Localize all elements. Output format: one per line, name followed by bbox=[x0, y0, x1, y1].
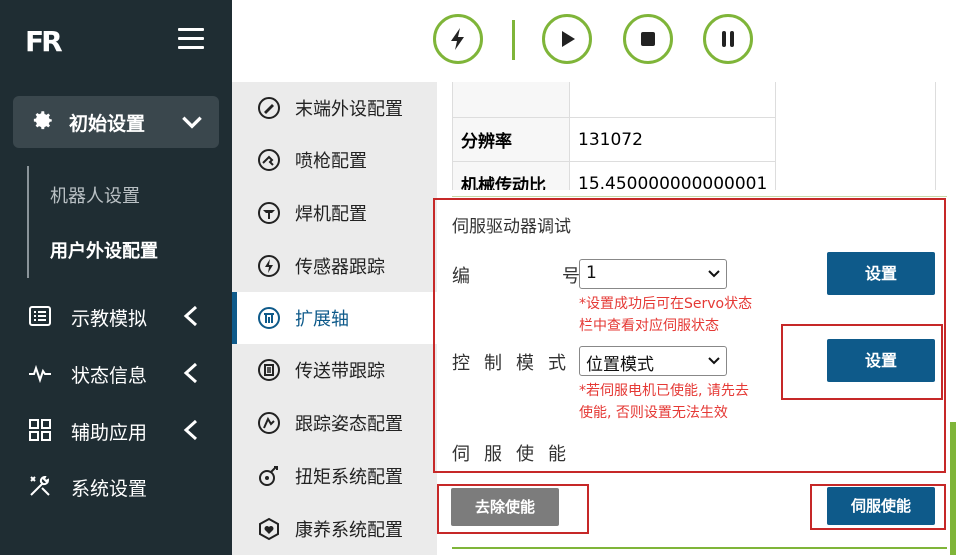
sidebar-item-label: 系统设置 bbox=[71, 478, 148, 500]
peripheral-submenu: 末端外设配置 喷枪配置 焊机配置 传感器跟踪 扩展轴 传送带跟踪 跟踪姿态配置 … bbox=[232, 82, 437, 555]
servo-id-value: 1 bbox=[586, 263, 597, 283]
pulse-icon bbox=[29, 364, 51, 384]
list-icon bbox=[29, 306, 51, 326]
submenu-item-extension-axis[interactable]: 扩展轴 bbox=[232, 292, 437, 344]
submenu-item-spray-gun[interactable]: 喷枪配置 bbox=[232, 134, 437, 186]
submenu-item-torque-system[interactable]: 扭矩系统配置 bbox=[232, 450, 437, 502]
hint-line: *若伺服电机已使能, 请先去 bbox=[579, 383, 749, 399]
submenu-item-sensor-tracking[interactable]: 传感器跟踪 bbox=[232, 240, 437, 292]
pause-icon bbox=[722, 31, 734, 47]
scrollbar[interactable] bbox=[950, 422, 956, 555]
submenu-item-label: 扭矩系统配置 bbox=[295, 467, 403, 488]
submenu-guide-line bbox=[27, 166, 29, 278]
active-indicator bbox=[232, 292, 237, 344]
control-mode-label: 控制模式 bbox=[452, 353, 580, 374]
hint-line: *设置成功后可在Servo状态 bbox=[579, 296, 753, 312]
control-mode-value: 位置模式 bbox=[586, 355, 654, 375]
disable-enable-button[interactable]: 去除使能 bbox=[451, 488, 559, 526]
submenu-item-label: 末端外设配置 bbox=[295, 99, 403, 120]
play-icon bbox=[562, 31, 575, 47]
sidebar-subitem-user-peripheral[interactable]: 用户外设配置 bbox=[50, 237, 158, 263]
main-content: 分辨率 131072 机械传动比 15.450000000000001 伺服驱动… bbox=[433, 82, 959, 555]
servo-id-hint: *设置成功后可在Servo状态 栏中查看对应伺服状态 bbox=[579, 293, 752, 337]
submenu-item-label: 扩展轴 bbox=[295, 309, 349, 330]
submenu-item-label: 传送带跟踪 bbox=[295, 361, 385, 382]
stop-button[interactable] bbox=[623, 14, 673, 64]
lightning-icon bbox=[451, 28, 464, 50]
menu-toggle-icon[interactable] bbox=[178, 28, 204, 50]
table-row bbox=[452, 82, 936, 118]
sidebar-item-label: 辅助应用 bbox=[71, 422, 148, 444]
sidebar: FR 初始设置 机器人设置 用户外设配置 示教模拟 状态信息 辅助应用 系统设置 bbox=[0, 0, 232, 555]
sidebar-item-label: 示教模拟 bbox=[71, 308, 148, 330]
end-effector-icon bbox=[258, 97, 280, 119]
table-row: 分辨率 131072 bbox=[452, 117, 936, 162]
submenu-item-care-system[interactable]: 康养系统配置 bbox=[232, 503, 437, 555]
table-key: 分辨率 bbox=[452, 117, 570, 162]
chevron-down-icon bbox=[708, 357, 720, 365]
app-logo: FR bbox=[25, 25, 63, 58]
servo-section-title: 伺服驱动器调试 bbox=[452, 217, 571, 237]
sidebar-item-system-settings[interactable]: 系统设置 bbox=[0, 466, 232, 506]
sidebar-item-init-settings[interactable]: 初始设置 bbox=[13, 96, 219, 148]
submenu-item-conveyor-tracking[interactable]: 传送带跟踪 bbox=[232, 344, 437, 396]
play-button[interactable] bbox=[542, 14, 592, 64]
sidebar-subitem-robot-settings[interactable]: 机器人设置 bbox=[50, 182, 140, 208]
sidebar-item-auxiliary-apps[interactable]: 辅助应用 bbox=[0, 410, 232, 450]
submenu-item-label: 焊机配置 bbox=[295, 204, 367, 225]
sensor-icon bbox=[258, 255, 280, 277]
chevron-left-icon bbox=[183, 305, 198, 327]
sidebar-item-label: 初始设置 bbox=[69, 113, 146, 135]
set-mode-button[interactable]: 设置 bbox=[827, 339, 935, 382]
servo-enable-button[interactable]: 伺服使能 bbox=[827, 487, 935, 525]
table-border bbox=[935, 82, 936, 190]
divider bbox=[452, 196, 947, 197]
torque-icon bbox=[259, 466, 278, 486]
submenu-item-label: 传感器跟踪 bbox=[295, 257, 385, 278]
set-id-button[interactable]: 设置 bbox=[827, 252, 935, 295]
chevron-down-icon bbox=[182, 116, 202, 129]
table-value: 15.450000000000001 bbox=[568, 161, 777, 190]
sidebar-item-teach-simulation[interactable]: 示教模拟 bbox=[0, 296, 232, 336]
table-key: 机械传动比 bbox=[452, 161, 570, 190]
sidebar-item-label: 状态信息 bbox=[71, 365, 148, 387]
hint-line: 使能, 否则设置无法生效 bbox=[579, 405, 728, 421]
control-mode-hint: *若伺服电机已使能, 请先去 使能, 否则设置无法生效 bbox=[579, 380, 749, 424]
chevron-down-icon bbox=[708, 270, 720, 278]
tools-icon bbox=[30, 476, 50, 496]
submenu-item-welder[interactable]: 焊机配置 bbox=[232, 187, 437, 239]
grid-icon bbox=[29, 419, 51, 441]
divider bbox=[452, 547, 947, 549]
spray-gun-icon bbox=[258, 149, 280, 171]
conveyor-icon bbox=[258, 359, 280, 381]
chevron-left-icon bbox=[183, 419, 198, 441]
submenu-item-label: 康养系统配置 bbox=[295, 520, 403, 541]
table-value: 131072 bbox=[568, 117, 777, 162]
axis-params-table-wrap: 分辨率 131072 机械传动比 15.450000000000001 bbox=[452, 82, 936, 190]
submenu-item-end-effector[interactable]: 末端外设配置 bbox=[232, 82, 437, 134]
pause-button[interactable] bbox=[703, 14, 753, 64]
servo-id-label: 编号 bbox=[452, 266, 580, 287]
servo-id-select[interactable]: 1 bbox=[579, 259, 727, 289]
axis-params-table: 分辨率 131072 机械传动比 15.450000000000001 bbox=[452, 82, 936, 190]
toolbar bbox=[232, 0, 959, 82]
posture-icon bbox=[258, 412, 280, 434]
gear-icon bbox=[33, 111, 52, 130]
chevron-left-icon bbox=[183, 362, 198, 384]
stop-icon bbox=[641, 32, 655, 46]
servo-enable-label: 伺服使能 bbox=[452, 444, 580, 465]
control-mode-select[interactable]: 位置模式 bbox=[579, 346, 727, 376]
toolbar-divider bbox=[512, 20, 515, 60]
submenu-item-tracking-posture[interactable]: 跟踪姿态配置 bbox=[232, 397, 437, 449]
table-row: 机械传动比 15.450000000000001 bbox=[452, 161, 936, 190]
submenu-item-label: 喷枪配置 bbox=[295, 151, 367, 172]
welder-icon bbox=[258, 202, 280, 224]
hint-line: 栏中查看对应伺服状态 bbox=[579, 318, 719, 334]
lightning-button[interactable] bbox=[433, 14, 483, 64]
sidebar-item-status-info[interactable]: 状态信息 bbox=[0, 353, 232, 393]
extension-axis-icon bbox=[258, 307, 280, 329]
care-icon bbox=[259, 517, 279, 541]
submenu-item-label: 跟踪姿态配置 bbox=[295, 414, 403, 435]
